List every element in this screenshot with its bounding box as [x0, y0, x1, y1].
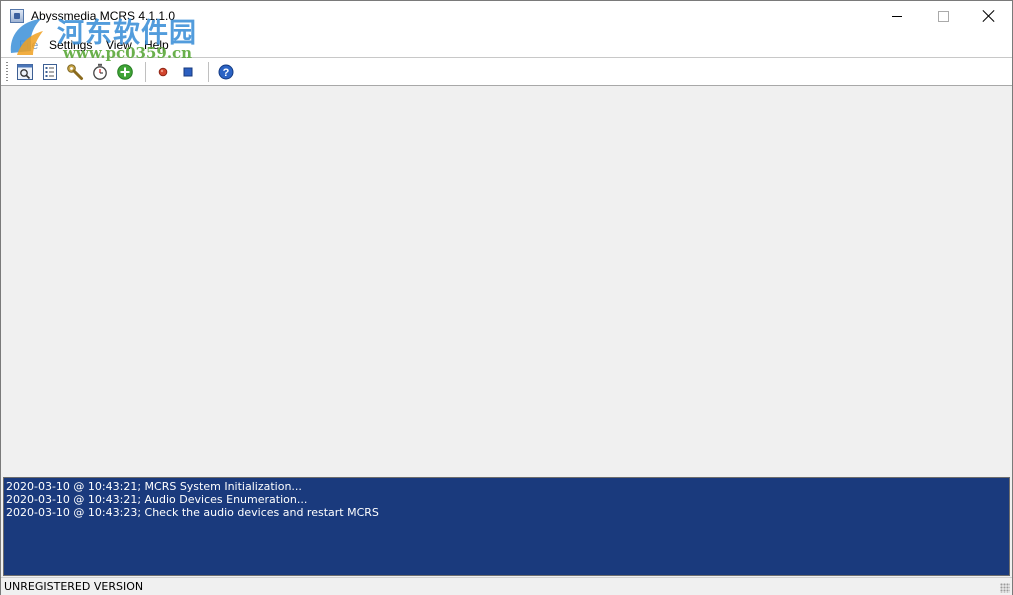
toolbar: ?	[1, 58, 1012, 86]
toolbar-separator	[145, 62, 146, 82]
status-bar: UNREGISTERED VERSION	[1, 577, 1012, 595]
timer-button[interactable]	[90, 62, 110, 82]
log-panel[interactable]: 2020-03-10 @ 10:43:21; MCRS System Initi…	[3, 477, 1010, 576]
settings-button[interactable]	[65, 62, 85, 82]
toolbar-separator	[208, 62, 209, 82]
wrench-icon	[67, 64, 83, 80]
preview-button[interactable]	[15, 62, 35, 82]
resize-grip-icon[interactable]	[1000, 583, 1010, 593]
menu-help[interactable]: Help	[144, 38, 169, 52]
close-button[interactable]	[966, 1, 1012, 31]
menu-bar: File Settings View Help	[1, 32, 1012, 58]
help-icon: ?	[218, 64, 234, 80]
main-workspace	[1, 86, 1012, 475]
minimize-icon	[892, 15, 902, 17]
status-text: UNREGISTERED VERSION	[4, 580, 144, 593]
menu-settings[interactable]: Settings	[49, 38, 92, 52]
window-title: Abyssmedia MCRS 4.1.1.0	[31, 9, 176, 23]
svg-text:?: ?	[223, 67, 230, 79]
preview-icon	[17, 64, 33, 80]
minimize-button[interactable]	[874, 1, 920, 31]
app-window: Abyssmedia MCRS 4.1.1.0 File Settings Vi…	[0, 0, 1013, 595]
log-line: 2020-03-10 @ 10:43:23; Check the audio d…	[6, 506, 379, 519]
help-button[interactable]: ?	[216, 62, 236, 82]
log-line: 2020-03-10 @ 10:43:21; MCRS System Initi…	[6, 480, 302, 493]
stop-button[interactable]	[178, 62, 198, 82]
menu-view[interactable]: View	[106, 38, 132, 52]
log-line: 2020-03-10 @ 10:43:21; Audio Devices Enu…	[6, 493, 308, 506]
list-button[interactable]	[40, 62, 60, 82]
add-button[interactable]	[115, 62, 135, 82]
stop-icon	[183, 67, 193, 77]
app-icon[interactable]	[10, 9, 24, 23]
timer-icon	[93, 63, 107, 80]
record-button[interactable]	[153, 62, 173, 82]
list-icon	[43, 64, 57, 80]
maximize-button[interactable]	[920, 1, 966, 31]
record-icon	[158, 67, 168, 77]
menu-file[interactable]: File	[19, 38, 38, 52]
toolbar-grip[interactable]	[6, 62, 8, 81]
title-bar[interactable]: Abyssmedia MCRS 4.1.1.0	[1, 1, 1012, 32]
close-icon	[983, 10, 995, 22]
maximize-icon	[937, 10, 949, 22]
add-icon	[117, 64, 133, 80]
log-lines: 2020-03-10 @ 10:43:21; MCRS System Initi…	[4, 480, 379, 519]
